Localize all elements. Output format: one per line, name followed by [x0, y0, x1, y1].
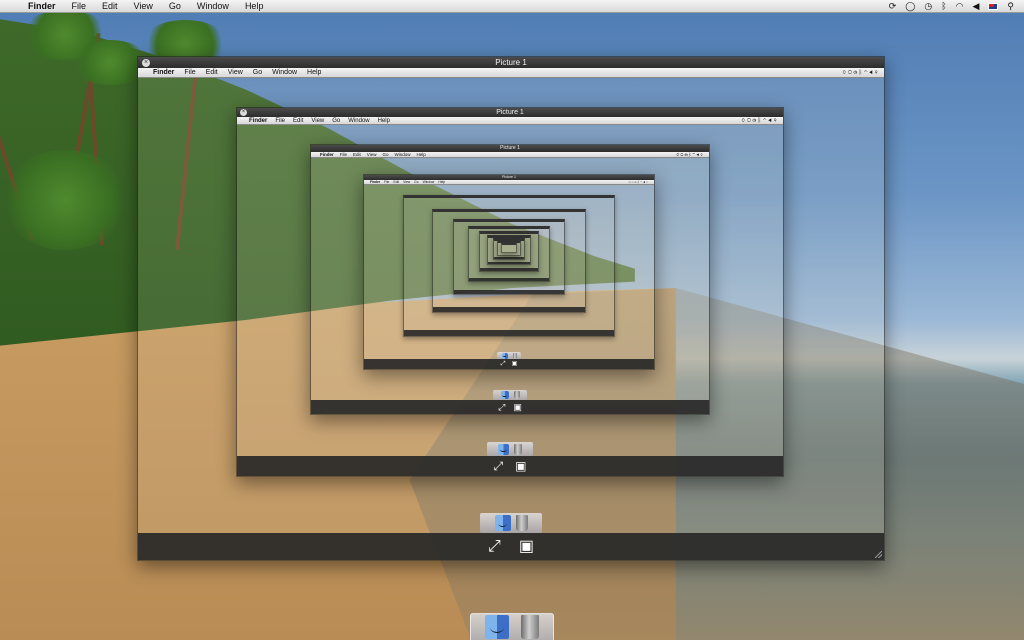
window-titlebar: × Picture 1	[311, 145, 709, 152]
screenshot-menu-window: Window	[422, 180, 435, 184]
chat-icon[interactable]: ◯	[905, 1, 915, 12]
menu-app-name[interactable]: Finder	[20, 1, 64, 11]
screenshot-dock	[480, 513, 542, 533]
trash-icon	[512, 352, 517, 359]
screenshot-menu-go: Go	[414, 180, 419, 184]
index-sheet-icon[interactable]: ▣	[519, 538, 534, 555]
nested-preview-frame	[501, 242, 517, 253]
screenshot-menu-bar: Finder File Edit View Go Window Help ⟳ ◯…	[311, 152, 709, 158]
nested-toolbar	[469, 278, 549, 281]
screenshot-status-icons: ⟳ ◯ ◷ ᛒ ◠ ◀ ⚲	[842, 69, 878, 76]
screenshot-menu-window: Window	[394, 152, 411, 157]
nested-toolbar	[404, 330, 614, 336]
status-menus: ⟳ ◯ ◷ ᛒ ◠ ◀ ⚲	[889, 1, 1024, 12]
screenshot-menu-app-name: Finder	[249, 117, 268, 124]
screenshot-status-icons: ⟳ ◯ ◷ ᛒ ◠ ◀ ⚲	[628, 180, 648, 184]
window-title: Picture 1	[500, 145, 520, 151]
nested-toolbar	[480, 268, 538, 271]
index-sheet-icon: ▣	[513, 401, 522, 412]
nested-toolbar	[454, 290, 564, 294]
window-titlebar: × Picture 1	[237, 108, 783, 117]
screenshot-menu-go: Go	[332, 117, 341, 124]
menu-view[interactable]: View	[126, 1, 161, 11]
menu-file[interactable]: File	[64, 1, 95, 11]
menu-go[interactable]: Go	[161, 1, 189, 11]
screenshot-menu-view: View	[403, 180, 411, 184]
window-titlebar[interactable]: × Picture 1	[138, 57, 884, 68]
wifi-icon[interactable]: ◠	[956, 1, 964, 12]
screenshot-status-icons: ⟳ ◯ ◷ ᛒ ◠ ◀ ⚲	[676, 152, 703, 157]
preview-toolbar: ⤢ ▣	[364, 359, 654, 369]
screenshot-menu-view: View	[227, 69, 243, 76]
screenshot-menu-help: Help	[307, 69, 322, 76]
nested-toolbar	[488, 262, 530, 264]
expand-arrows-icon[interactable]: ⤢	[488, 538, 501, 555]
screenshot-menu-help: Help	[377, 117, 390, 124]
screenshot-menu-file: File	[184, 69, 196, 76]
close-icon: ×	[240, 109, 247, 116]
screenshot-menu-app-name: Finder	[320, 152, 334, 157]
window-title: Picture 1	[495, 58, 527, 67]
finder-icon	[500, 391, 509, 399]
screenshot-status-icons: ⟳ ◯ ◷ ᛒ ◠ ◀ ⚲	[741, 117, 777, 124]
screenshot-menu-file: File	[275, 117, 286, 124]
screenshot-menu-bar: Finder File Edit View Go Window Help ⟳ ◯…	[364, 180, 654, 185]
finder-icon[interactable]	[485, 615, 509, 639]
trash-icon	[515, 515, 528, 531]
preview-toolbar: ⤢ ▣	[311, 400, 709, 414]
menu-edit[interactable]: Edit	[94, 1, 126, 11]
index-sheet-icon: ▣	[511, 361, 518, 367]
preview-toolbar: ⤢ ▣	[138, 533, 884, 560]
screenshot-menu-window: Window	[348, 117, 370, 124]
spotlight-icon[interactable]: ⚲	[1007, 1, 1014, 12]
screenshot-menu-file: File	[384, 180, 390, 184]
index-sheet-icon: ▣	[515, 459, 527, 473]
screenshot-menu-edit: Edit	[393, 180, 400, 184]
screenshot-menu-edit: Edit	[353, 152, 361, 157]
screenshot-menu-go: Go	[252, 69, 263, 76]
australia-flag-icon[interactable]	[988, 2, 999, 10]
preview-toolbar: ⤢ ▣	[237, 456, 783, 476]
nested-toolbar	[433, 307, 585, 312]
menu-window[interactable]: Window	[189, 1, 237, 11]
sync-icon[interactable]: ⟳	[889, 1, 897, 12]
screenshot-dock	[487, 442, 533, 456]
bluetooth-icon[interactable]: ᛒ	[941, 1, 946, 11]
dock	[470, 613, 554, 640]
close-icon[interactable]: ×	[142, 58, 150, 67]
screenshot-dock	[493, 390, 527, 400]
screenshot-menu-file: File	[339, 152, 348, 157]
screenshot-dock	[497, 352, 521, 359]
screenshot-menu-bar: Finder File Edit View Go Window Help ⟳ ◯…	[138, 68, 884, 78]
screenshot-menu-app-name: Finder	[153, 69, 175, 76]
screenshot-menu-window: Window	[272, 69, 298, 76]
window-title: Picture 1	[496, 109, 524, 116]
expand-arrows-icon: ⤢	[493, 459, 504, 473]
screenshot-menu-app-name: Finder	[370, 180, 381, 184]
screenshot-menu-view: View	[366, 152, 377, 157]
palm-frond	[0, 150, 130, 250]
trash-icon[interactable]	[521, 615, 539, 639]
trash-icon	[513, 391, 520, 399]
trash-icon	[514, 443, 522, 455]
resize-grip-icon[interactable]	[875, 551, 882, 558]
volume-icon[interactable]: ◀	[972, 1, 979, 12]
screenshot-menu-bar: Finder File Edit View Go Window Help ⟳ ◯…	[237, 117, 783, 125]
screenshot-menu-go: Go	[382, 152, 389, 157]
expand-arrows-icon: ⤢	[498, 401, 506, 412]
expand-arrows-icon: ⤢	[500, 361, 506, 367]
screenshot-menu-view: View	[311, 117, 325, 124]
window-title: Picture 1	[502, 175, 516, 179]
screenshot-menu-edit: Edit	[293, 117, 304, 124]
screenshot-menu-help: Help	[438, 180, 446, 184]
menu-help[interactable]: Help	[237, 1, 272, 11]
finder-icon	[498, 443, 509, 455]
nested-toolbar	[494, 257, 524, 259]
finder-icon	[501, 352, 508, 359]
menu-bar: Finder File Edit View Go Window Help ⟳ ◯…	[0, 0, 1024, 13]
finder-icon	[494, 515, 511, 531]
screenshot-menu-help: Help	[416, 152, 426, 157]
clock-icon[interactable]: ◷	[924, 1, 932, 12]
screenshot-menu-edit: Edit	[205, 69, 218, 76]
